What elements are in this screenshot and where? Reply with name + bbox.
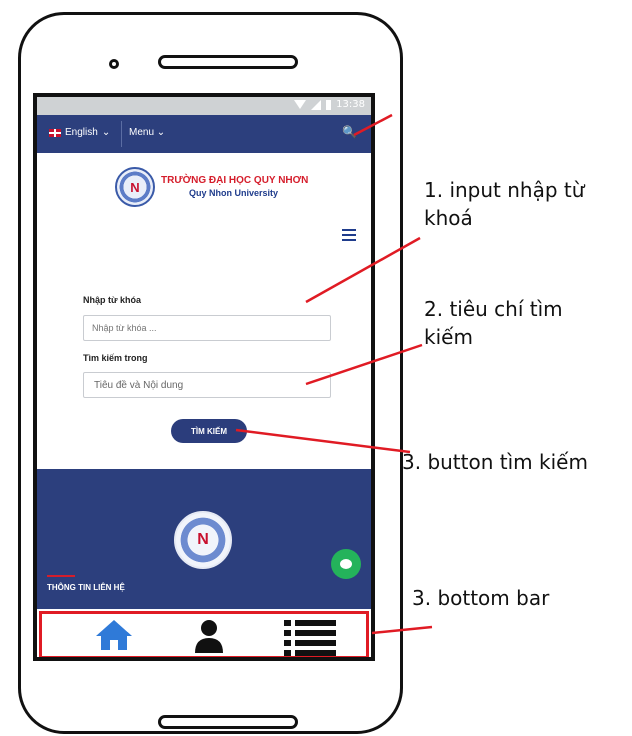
hamburger-icon[interactable] [342, 229, 356, 244]
home-icon[interactable] [94, 618, 134, 652]
top-nav-bar: English ⌄ Menu ⌄ 🔍 [37, 115, 371, 153]
menu-label: Menu [129, 127, 155, 138]
uk-flag-icon [49, 128, 61, 137]
search-icon[interactable]: 🔍 [342, 125, 357, 139]
status-icons: 13:38 [294, 99, 365, 110]
home-slot [158, 715, 298, 729]
keyword-input[interactable] [83, 315, 331, 341]
contact-info-title: THÔNG TIN LIÊN HỆ [47, 575, 125, 592]
annotation-input: 1. input nhập từ khoá [424, 178, 585, 230]
chevron-down-icon: ⌄ [101, 127, 111, 138]
search-button[interactable]: TÌM KIẾM [171, 419, 247, 443]
status-bar: 13:38 [37, 97, 371, 115]
status-time: 13:38 [336, 99, 365, 110]
scope-label: Tìm kiếm trong [83, 353, 148, 363]
footer-logo: Ν [174, 511, 232, 569]
annotation-bottom-bar: 3. bottom bar [412, 586, 550, 610]
list-icon[interactable] [284, 618, 336, 656]
university-logo-area[interactable]: Ν TRƯỜNG ĐẠI HỌC QUY NHƠN Quy Nhon Unive… [115, 167, 308, 207]
nav-divider [121, 121, 122, 147]
chat-icon[interactable] [331, 549, 361, 579]
battery-icon [326, 99, 332, 110]
university-en-name: Quy Nhon University [189, 188, 279, 198]
annotation-button: 3. button tìm kiếm [402, 450, 588, 474]
language-label: English [65, 127, 98, 138]
bottom-bar [39, 611, 369, 657]
signal-icon [311, 99, 322, 110]
annotation-criteria: 2. tiêu chí tìm kiếm [424, 297, 563, 349]
university-logo: Ν [115, 167, 155, 207]
camera-dot [109, 59, 119, 69]
scope-select[interactable]: Tiêu đề và Nội dung [83, 372, 331, 398]
footer-section: Ν THÔNG TIN LIÊN HỆ [37, 469, 371, 609]
menu-dropdown[interactable]: Menu ⌄ [129, 127, 165, 138]
language-dropdown[interactable]: English ⌄ [49, 127, 110, 138]
university-name: TRƯỜNG ĐẠI HỌC QUY NHƠN Quy Nhon Univers… [161, 174, 308, 200]
phone-screen: 13:38 English ⌄ Menu ⌄ 🔍 Ν TRƯỜNG ĐẠI HỌ… [33, 93, 375, 661]
user-icon[interactable] [192, 618, 226, 654]
university-vn-name: TRƯỜNG ĐẠI HỌC QUY NHƠN [161, 175, 309, 186]
wifi-icon [294, 100, 307, 109]
keyword-label: Nhập từ khóa [83, 295, 142, 305]
chevron-down-icon: ⌄ [156, 127, 166, 138]
speaker-slot [158, 55, 298, 69]
